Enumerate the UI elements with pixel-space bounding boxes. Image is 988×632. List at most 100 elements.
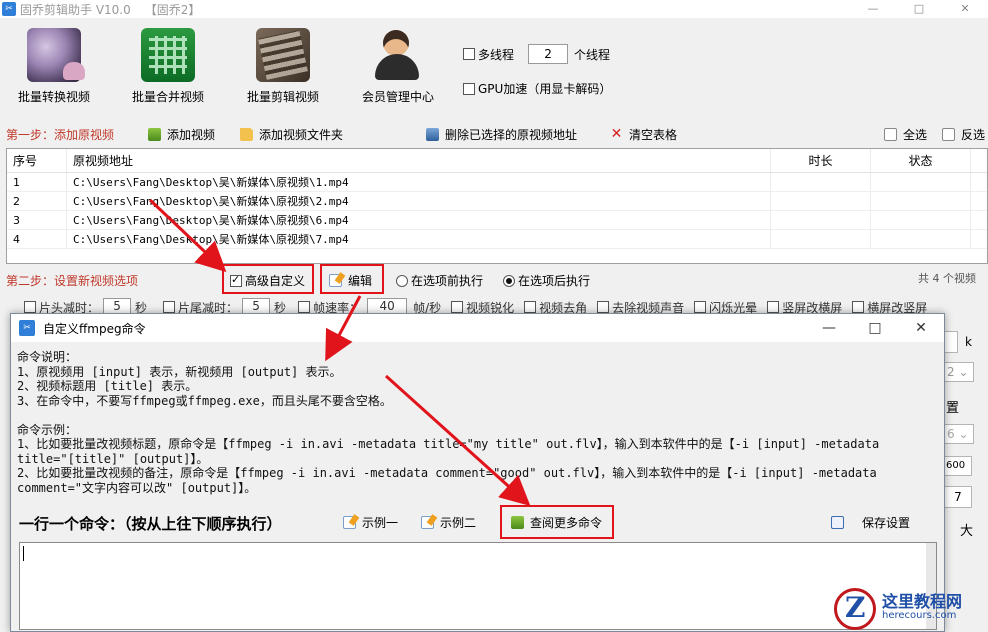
gpu-label: GPU加速（用显卡解码） xyxy=(478,82,612,96)
clear-x-icon: ✕ xyxy=(610,126,623,142)
clear-table-button[interactable]: ✕ 清空表格 xyxy=(610,126,677,143)
row-filler xyxy=(971,173,987,191)
thread-count-input[interactable]: 2 xyxy=(528,44,569,64)
header-status[interactable]: 状态 xyxy=(871,149,971,172)
row-status xyxy=(871,192,971,210)
batch-edit-button[interactable]: 批量剪辑视频 xyxy=(233,28,333,105)
header-filler xyxy=(971,149,987,172)
table-row[interactable]: 4 C:\Users\Fang\Desktop\吴\新媒体\原视频\7.mp4 xyxy=(7,230,987,249)
select-all-icon xyxy=(884,128,897,141)
row-status xyxy=(871,173,971,191)
after-exec-label: 在选项后执行 xyxy=(518,274,591,288)
gpu-checkbox[interactable] xyxy=(463,82,475,95)
fps-checkbox[interactable] xyxy=(298,301,311,313)
example1-label: 示例一 xyxy=(362,516,399,530)
batch-edit-label: 批量剪辑视频 xyxy=(246,90,319,104)
video-table[interactable]: 序号 原视频地址 时长 状态 1 C:\Users\Fang\Desktop\吴… xyxy=(6,148,988,264)
command-textarea[interactable] xyxy=(19,542,937,630)
watermark-name: 这里教程网 xyxy=(882,592,963,611)
video-count: 共 4 个视频 xyxy=(918,272,976,285)
batch-merge-button[interactable]: 批量合并视频 xyxy=(118,28,218,105)
row-path: C:\Users\Fang\Desktop\吴\新媒体\原视频\1.mp4 xyxy=(67,173,771,191)
minimize-button[interactable]: — xyxy=(850,0,896,18)
dialog-app-icon: ✂ xyxy=(19,320,35,336)
header-path[interactable]: 原视频地址 xyxy=(67,149,771,172)
film-reel-icon xyxy=(27,28,85,82)
close-button[interactable]: ✕ xyxy=(942,0,988,18)
watermark: 这里教程网 herecours.com xyxy=(834,588,984,630)
table-row[interactable]: 1 C:\Users\Fang\Desktop\吴\新媒体\原视频\1.mp4 xyxy=(7,173,987,192)
row-path: C:\Users\Fang\Desktop\吴\新媒体\原视频\6.mp4 xyxy=(67,211,771,229)
multithread-checkbox[interactable] xyxy=(463,48,475,60)
multithread-label: 多线程 xyxy=(478,47,515,62)
batch-merge-label: 批量合并视频 xyxy=(131,90,204,104)
invert-button[interactable]: 反选 xyxy=(942,126,985,143)
peek-select-1[interactable]: 2 ⌄ xyxy=(944,362,974,382)
film-icon xyxy=(148,128,161,141)
peek-place-label: 置 xyxy=(946,401,960,416)
example2-button[interactable]: 示例二 xyxy=(421,514,476,531)
select-all-button[interactable]: 全选 xyxy=(884,126,927,143)
delete-selected-button[interactable]: 删除已选择的原视频地址 xyxy=(426,126,577,143)
watermark-url: herecours.com xyxy=(882,610,957,621)
window-subtitle: 【固乔2】 xyxy=(144,2,201,17)
highlight-edit xyxy=(320,264,384,294)
row-status xyxy=(871,211,971,229)
add-folder-label: 添加视频文件夹 xyxy=(259,128,344,142)
peek-select-2[interactable]: 6 ⌄ xyxy=(944,424,974,444)
mirror-checkbox[interactable] xyxy=(524,301,537,313)
example-doc-icon xyxy=(343,516,356,529)
window-titlebar: ✂ 固乔剪辑助手 V10.0 【固乔2】 — □ ✕ xyxy=(0,0,988,18)
app-icon: ✂ xyxy=(2,2,16,16)
row-path: C:\Users\Fang\Desktop\吴\新媒体\原视频\7.mp4 xyxy=(67,230,771,248)
example2-label: 示例二 xyxy=(440,516,477,530)
peek-big-label: 大 xyxy=(960,524,974,539)
maximize-button[interactable]: □ xyxy=(896,0,942,18)
delete-selected-label: 删除已选择的原视频地址 xyxy=(445,128,578,142)
text-caret xyxy=(23,546,24,561)
table-row[interactable]: 3 C:\Users\Fang\Desktop\吴\新媒体\原视频\6.mp4 xyxy=(7,211,987,230)
vertical-checkbox[interactable] xyxy=(767,301,780,313)
sharpen-checkbox[interactable] xyxy=(451,301,464,313)
row-duration xyxy=(771,211,871,229)
thread-unit-label: 个线程 xyxy=(574,47,611,62)
multithread-option: 多线程 2 个线程 xyxy=(463,44,610,64)
add-folder-button[interactable]: 添加视频文件夹 xyxy=(240,126,343,143)
before-exec-option[interactable]: 在选项前执行 xyxy=(396,272,483,289)
header-duration[interactable]: 时长 xyxy=(771,149,871,172)
member-center-label: 会员管理中心 xyxy=(361,90,434,104)
peek-input-2[interactable]: 600 xyxy=(944,456,972,476)
table-row[interactable]: 2 C:\Users\Fang\Desktop\吴\新媒体\原视频\2.mp4 xyxy=(7,192,987,211)
row-status xyxy=(871,230,971,248)
command-description: 命令说明： 1、原视频用 [input] 表示，新视频用 [output] 表示… xyxy=(17,350,880,495)
tail-cut-checkbox[interactable] xyxy=(163,301,176,313)
dialog-titlebar: ✂ 自定义ffmpeg命令 — □ ✕ xyxy=(11,314,944,342)
highlight-advanced-custom xyxy=(222,264,314,294)
row-filler xyxy=(971,192,987,210)
row-duration xyxy=(771,230,871,248)
head-cut-checkbox[interactable] xyxy=(24,301,36,313)
member-center-button[interactable]: 会员管理中心 xyxy=(348,28,448,105)
dialog-maximize-button[interactable]: □ xyxy=(852,314,898,342)
before-exec-radio[interactable] xyxy=(396,274,408,287)
save-settings-button[interactable]: 保存设置 xyxy=(831,514,910,531)
select-all-label: 全选 xyxy=(903,128,928,142)
ffmpeg-dialog: ✂ 自定义ffmpeg命令 — □ ✕ 命令说明： 1、原视频用 [input]… xyxy=(10,313,945,632)
example1-button[interactable]: 示例一 xyxy=(343,514,398,531)
batch-convert-button[interactable]: 批量转换视频 xyxy=(4,28,104,105)
after-exec-option[interactable]: 在选项后执行 xyxy=(503,272,590,289)
horizontal-checkbox[interactable] xyxy=(852,301,865,313)
save-icon xyxy=(831,516,844,529)
dialog-close-button[interactable]: ✕ xyxy=(898,314,944,342)
after-exec-radio[interactable] xyxy=(503,274,515,287)
delete-list-icon xyxy=(426,128,439,141)
add-video-button[interactable]: 添加视频 xyxy=(148,126,215,143)
peek-input-3[interactable]: 7 xyxy=(944,486,972,508)
row-no: 2 xyxy=(7,192,67,210)
header-no[interactable]: 序号 xyxy=(7,149,67,172)
peek-input-1[interactable] xyxy=(944,331,958,353)
dialog-minimize-button[interactable]: — xyxy=(806,314,852,342)
table-header: 序号 原视频地址 时长 状态 xyxy=(7,149,987,173)
flash-checkbox[interactable] xyxy=(694,301,707,313)
remove-audio-checkbox[interactable] xyxy=(597,301,610,313)
